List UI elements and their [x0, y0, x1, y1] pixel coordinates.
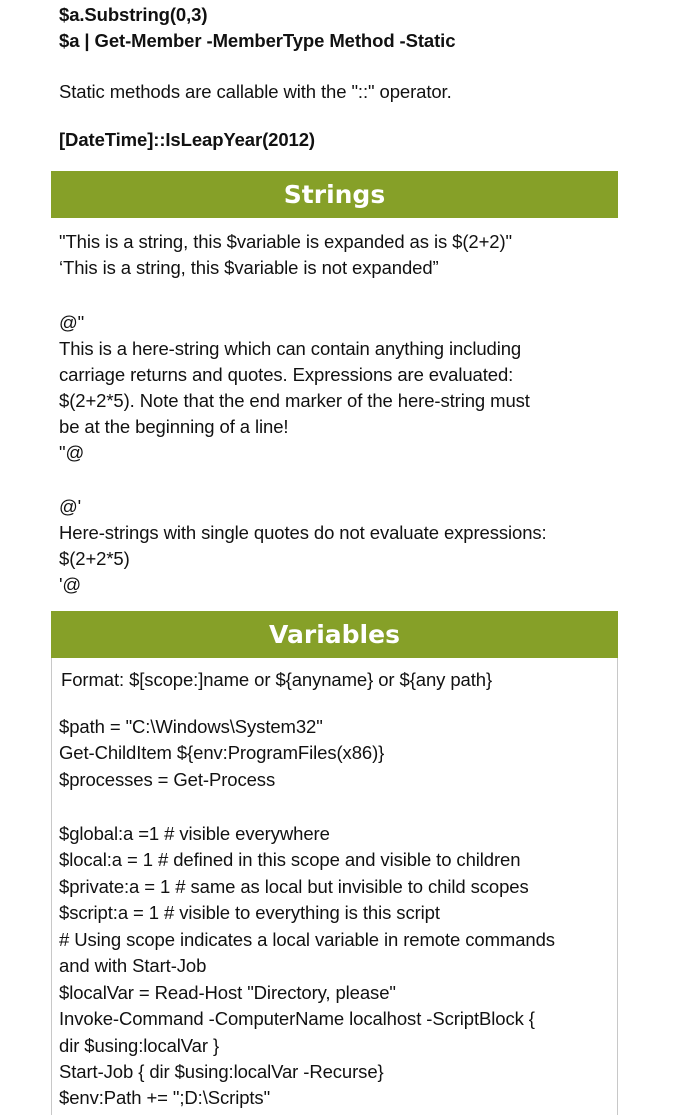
strings-line: "This is a string, this $variable is exp…	[59, 231, 512, 252]
variables-line: $script:a = 1 # visible to everything is…	[59, 902, 440, 923]
strings-section-header: Strings	[51, 171, 618, 218]
variables-line: $path = "C:\Windows\System32"	[59, 716, 323, 737]
variables-section-header: Variables	[51, 611, 618, 658]
variables-line: $private:a = 1 # same as local but invis…	[59, 876, 529, 897]
cheat-sheet-page: $a.Substring(0,3) $a | Get-Member -Membe…	[0, 0, 673, 1115]
code-substring-line: $a.Substring(0,3)	[59, 4, 208, 25]
code-get-member-line: $a | Get-Member -MemberType Method -Stat…	[59, 30, 456, 51]
strings-line: $(2+2*5)	[59, 548, 130, 569]
variables-line: Format: $[scope:]name or ${anyname} or $…	[61, 669, 493, 690]
strings-line: '@	[59, 574, 82, 595]
variables-line: Invoke-Command -ComputerName localhost -…	[59, 1008, 535, 1029]
strings-line: @"	[59, 312, 85, 333]
code-isleapyear-line: [DateTime]::IsLeapYear(2012)	[59, 129, 315, 150]
variables-line: Start-Job { dir $using:localVar -Recurse…	[59, 1061, 384, 1082]
variables-line: Get-ChildItem ${env:ProgramFiles(x86)}	[59, 742, 385, 763]
variables-line: dir $using:localVar }	[59, 1035, 220, 1056]
strings-line: carriage returns and quotes. Expressions…	[59, 364, 514, 385]
strings-line: ‘This is a string, this $variable is not…	[59, 257, 439, 278]
strings-line: $(2+2*5). Note that the end marker of th…	[59, 390, 530, 411]
strings-line: Here-strings with single quotes do not e…	[59, 522, 547, 543]
variables-line: $localVar = Read-Host "Directory, please…	[59, 982, 396, 1003]
variables-line: $local:a = 1 # defined in this scope and…	[59, 849, 521, 870]
strings-line: This is a here-string which can contain …	[59, 338, 522, 359]
variables-line: and with Start-Job	[59, 955, 207, 976]
variables-line: $env:Path += ";D:\Scripts"	[59, 1087, 271, 1108]
strings-line: @'	[59, 496, 82, 517]
variables-line: $global:a =1 # visible everywhere	[59, 823, 330, 844]
variables-line: $processes = Get-Process	[59, 769, 276, 790]
strings-line: be at the beginning of a line!	[59, 416, 289, 437]
variables-line: # Using scope indicates a local variable…	[59, 929, 555, 950]
static-methods-note: Static methods are callable with the "::…	[59, 81, 452, 102]
strings-line: "@	[59, 442, 85, 463]
